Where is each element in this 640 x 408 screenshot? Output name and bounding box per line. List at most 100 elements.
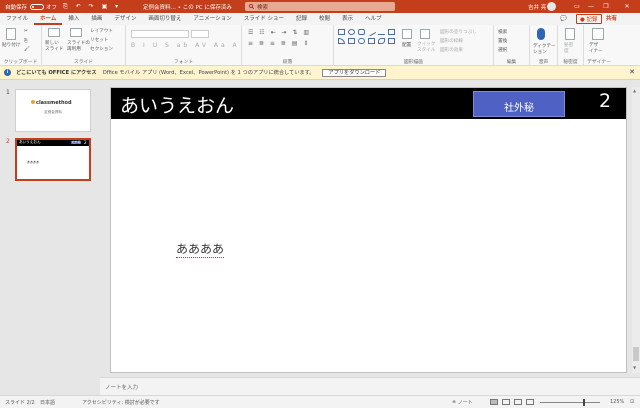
tab-2[interactable]: 挿入 (62, 13, 85, 25)
tab-11[interactable]: ヘルプ (359, 13, 388, 25)
shape-effects-button[interactable]: 図形の効果 (440, 47, 463, 53)
sensitivity-button[interactable]: 秘密 度 (564, 43, 573, 55)
quick-styles-icon[interactable] (420, 29, 430, 39)
sensitivity-icon[interactable] (565, 28, 575, 40)
comment-button[interactable]: 💬 (560, 14, 567, 24)
tab-5[interactable]: 画面切り替え (142, 13, 187, 25)
notes-toggle[interactable]: ≙ ノート (452, 399, 473, 406)
designer-button[interactable]: デザ イナー (589, 43, 603, 55)
shape-line[interactable] (366, 27, 377, 37)
list-buttons[interactable]: ☰ ☷ ⇤ ⇥ ⇅ ▥ (248, 29, 311, 36)
document-title[interactable]: 定例会資料… • この PC に保存済み (143, 3, 232, 11)
designer-icon[interactable] (592, 28, 604, 40)
search-box[interactable]: 検索 (245, 2, 395, 11)
zoom-slider[interactable] (540, 402, 600, 403)
fit-to-window-icon[interactable]: ⊡ (630, 399, 634, 405)
scroll-thumb[interactable] (633, 347, 639, 361)
quick-access-toolbar[interactable]: ⎘ ↶ ↷ ▣ ▾ (63, 3, 121, 11)
format-painter-icon[interactable]: 🖌 (24, 47, 30, 52)
tab-4[interactable]: デザイン (108, 13, 142, 25)
autosave-toggle[interactable] (30, 3, 45, 10)
tab-3[interactable]: 描画 (85, 13, 108, 25)
language-indicator[interactable]: 日本語 (40, 399, 55, 406)
shape-triangle[interactable] (338, 38, 345, 44)
minimize-button[interactable]: — (584, 0, 598, 13)
restore-button[interactable]: ❐ (599, 0, 613, 13)
avatar[interactable] (547, 2, 556, 11)
paragraph-group-label: 段落 (282, 60, 293, 65)
ribbon-display-icon[interactable]: ▭ (570, 0, 584, 13)
shape-rectangle[interactable] (338, 29, 345, 35)
shape-outline-button[interactable]: 図形の枠線 (440, 38, 463, 44)
tab-6[interactable]: アニメーション (187, 13, 237, 25)
quick-styles-button[interactable]: クイック スタイル (417, 42, 435, 54)
align-buttons[interactable]: ≡ ≣ ≡ ≣ ▤ ⇕ (248, 40, 310, 47)
paste-icon[interactable] (6, 28, 16, 40)
shape-more[interactable] (388, 38, 395, 44)
font-format-buttons[interactable]: B I U S ab AV Aa A (131, 42, 240, 49)
new-slide-button[interactable]: 新しい スライド (45, 41, 63, 53)
slide-body-text[interactable]: ああああ (176, 240, 225, 258)
tab-7[interactable]: スライド ショー (238, 13, 290, 25)
shape-fill-button[interactable]: 図形の塗りつぶし (440, 29, 477, 35)
thumbnail-badge-text: 社外秘 (72, 140, 81, 144)
shape-block-arrow[interactable] (348, 38, 355, 44)
new-slide-icon[interactable] (48, 28, 60, 37)
confidential-badge[interactable]: 社外秘 (473, 91, 565, 117)
copy-icon[interactable]: ⎘ (24, 38, 28, 44)
shape-rounded-rect[interactable] (358, 29, 365, 35)
download-app-button[interactable]: アプリをダウンロード (322, 68, 387, 77)
select-button[interactable]: 選択 (498, 47, 507, 53)
reset-button[interactable]: リセット (90, 37, 108, 43)
zoom-level[interactable]: 125% (610, 399, 624, 405)
slide-title[interactable]: あいうえおん (120, 91, 234, 118)
info-bar: i どこにいても OFFICE にアクセス Office モバイル アプリ (W… (0, 66, 640, 80)
slide-thumbnail-2[interactable]: あいうえおん 社外秘 2 ああああ (15, 138, 91, 181)
accessibility-status[interactable]: アクセシビリティ: 検討が必要です (82, 399, 160, 406)
user-name[interactable]: 吉井 亮 (528, 3, 546, 11)
shape-star[interactable] (368, 38, 375, 44)
scroll-up-icon[interactable]: ▲ (633, 88, 636, 93)
shape-text[interactable] (388, 29, 395, 35)
shape-brace[interactable] (358, 38, 365, 44)
tab-10[interactable]: 表示 (336, 13, 359, 25)
shapes-gallery[interactable] (338, 27, 398, 59)
microphone-icon[interactable] (537, 28, 545, 40)
reuse-slides-button[interactable]: スライドの 再利用 (67, 41, 90, 53)
slide-canvas[interactable]: あいうえおん 社外秘 2 ああああ (110, 87, 627, 373)
shape-arrow[interactable] (378, 29, 385, 35)
slide-page-number[interactable]: 2 (599, 90, 611, 112)
arrange-button[interactable]: 配置 (402, 42, 411, 48)
scroll-down-icon[interactable]: ▼ (633, 365, 636, 370)
vertical-scrollbar[interactable]: ▲ ▼ (632, 87, 640, 373)
slide-sorter-icon[interactable] (502, 399, 510, 405)
notes-pane[interactable]: ノートを入力 (100, 377, 640, 395)
zoom-slider-thumb[interactable] (583, 399, 585, 406)
section-button[interactable]: セクション (90, 46, 113, 52)
shape-curve[interactable] (378, 38, 385, 44)
normal-view-icon[interactable] (490, 399, 498, 405)
close-button[interactable]: ✕ (616, 0, 638, 13)
find-button[interactable]: 検索 (498, 29, 507, 35)
shape-oval[interactable] (348, 29, 355, 35)
arrange-icon[interactable] (402, 29, 412, 39)
replace-button[interactable]: 置換 (498, 38, 507, 44)
cut-icon[interactable]: ✂ (24, 29, 28, 34)
slide-header[interactable]: あいうえおん 社外秘 2 (111, 88, 626, 119)
tab-9[interactable]: 校閲 (313, 13, 336, 25)
record-button[interactable]: ● 記録 (576, 14, 602, 24)
tab-8[interactable]: 記録 (290, 13, 313, 25)
close-icon[interactable]: ✕ (629, 68, 635, 76)
font-name-select[interactable] (131, 30, 189, 38)
reading-view-icon[interactable] (514, 399, 522, 405)
dictate-button[interactable]: ディクテー ション (533, 44, 556, 56)
tab-1[interactable]: ホーム (34, 13, 63, 25)
tab-0[interactable]: ファイル (0, 13, 34, 25)
reuse-slides-icon[interactable] (70, 28, 82, 37)
paste-button[interactable]: 貼り付け (2, 42, 20, 48)
slideshow-view-icon[interactable] (526, 399, 534, 405)
font-size-select[interactable] (191, 30, 209, 38)
slide-thumbnail-1[interactable]: classmethod 定例会資料 (15, 89, 91, 132)
share-button[interactable]: 共有 (606, 14, 617, 24)
layout-button[interactable]: レイアウト (90, 28, 113, 34)
